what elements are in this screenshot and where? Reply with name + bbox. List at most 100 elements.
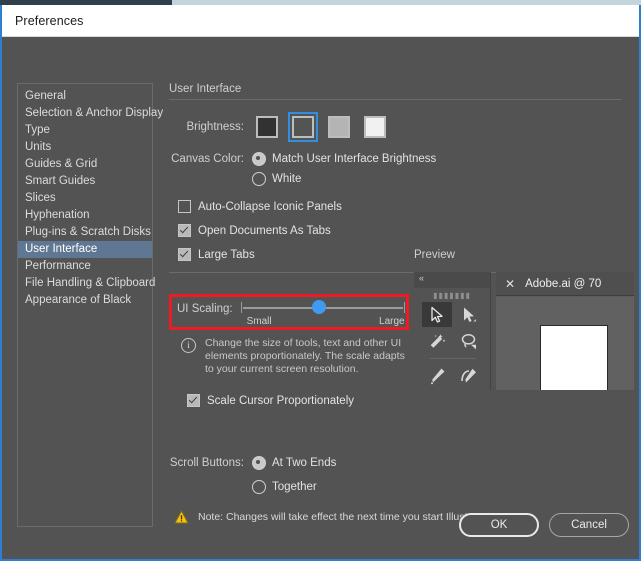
scroll-buttons-option-at-two-ends[interactable]: At Two Ends [252, 456, 336, 470]
sidebar-item-slices[interactable]: Slices [18, 190, 152, 207]
preview-title: Preview [414, 249, 455, 261]
checkbox-box-large-tabs[interactable] [178, 248, 191, 261]
title-bar: Preferences [2, 5, 639, 37]
radio-at-two-ends[interactable] [252, 456, 266, 470]
preview-document-tab: ✕ Adobe.ai @ 70 [496, 272, 634, 296]
scroll-buttons-row-2: Together [169, 480, 336, 494]
radio-together-label: Together [272, 481, 317, 493]
scroll-buttons-option-together[interactable]: Together [252, 480, 317, 494]
canvas-color-row: Canvas Color: Match User Interface Brigh… [169, 152, 629, 166]
preview-document-window: ✕ Adobe.ai @ 70 [496, 272, 634, 390]
preview-stage: « ▮▮▮▮▮▮▮ ✕ Adobe.ai @ 70 [414, 272, 634, 390]
brightness-swatches[interactable] [252, 112, 390, 142]
ok-button[interactable]: OK [459, 513, 539, 537]
brightness-swatch-light-gray[interactable] [324, 112, 354, 142]
double-chevron-left-icon: « [419, 273, 424, 283]
canvas-color-option-white[interactable]: White [252, 172, 301, 186]
checkbox-auto-collapse-iconic-panels[interactable]: Auto-Collapse Iconic Panels [178, 200, 629, 213]
preferences-category-list[interactable]: General Selection & Anchor Display Type … [17, 83, 163, 527]
checkbox-label-auto-collapse: Auto-Collapse Iconic Panels [198, 200, 342, 213]
swatch-fill-light-gray [328, 116, 350, 138]
direct-selection-tool-icon [454, 302, 484, 327]
brightness-row: Brightness: [169, 112, 629, 142]
brightness-swatch-white[interactable] [360, 112, 390, 142]
scroll-buttons-label: Scroll Buttons: [169, 457, 244, 469]
info-icon: i [181, 338, 196, 353]
user-interface-settings-pane: User Interface Brightness: Canvas Color:… [169, 83, 629, 524]
cancel-button[interactable]: Cancel [549, 513, 629, 537]
ui-scaling-tick-min [240, 302, 242, 313]
preview-toolbar-collapse: « [414, 272, 490, 288]
warning-icon [174, 510, 189, 524]
radio-match-brightness[interactable] [252, 152, 266, 166]
sidebar-item-plugins-scratch-disks[interactable]: Plug-ins & Scratch Disks [18, 224, 152, 241]
radio-white-label: White [272, 173, 302, 185]
checkbox-open-documents-as-tabs[interactable]: Open Documents As Tabs [178, 224, 629, 237]
scroll-buttons-group: Scroll Buttons: At Two Ends Together [169, 456, 336, 504]
lasso-tool-icon [454, 329, 484, 354]
canvas-color-label: Canvas Color: [171, 153, 244, 165]
section-divider [169, 99, 622, 100]
scroll-buttons-row-1: Scroll Buttons: At Two Ends [169, 456, 336, 470]
preview-section: Preview « ▮▮▮▮▮▮▮ ✕ Adobe.ai @ 70 [414, 249, 634, 390]
preferences-dialog: Preferences General Selection & Anchor D… [0, 5, 641, 561]
preview-document-tab-label: Adobe.ai @ 70 [525, 277, 602, 290]
window-title: Preferences [15, 13, 84, 28]
brightness-label: Brightness: [186, 121, 244, 133]
dialog-footer: OK Cancel [459, 513, 629, 537]
selection-tool-icon [422, 302, 452, 327]
sidebar-item-type[interactable]: Type [18, 122, 152, 139]
checkbox-box-auto-collapse[interactable] [178, 200, 191, 213]
preview-artboard [540, 325, 608, 390]
sidebar-item-user-interface[interactable]: User Interface [18, 241, 152, 258]
swatch-fill-medium-dark [292, 116, 314, 138]
checkbox-box-open-documents-as-tabs[interactable] [178, 224, 191, 237]
swatch-fill-white [364, 116, 386, 138]
ui-scaling-label: UI Scaling: [177, 303, 233, 315]
dialog-body: General Selection & Anchor Display Type … [2, 37, 639, 558]
swatch-fill-dark [256, 116, 278, 138]
radio-white[interactable] [252, 172, 266, 186]
preview-toolbar-grip-icon: ▮▮▮▮▮▮▮ [433, 291, 471, 300]
sidebar-item-performance[interactable]: Performance [18, 258, 152, 275]
radio-at-two-ends-label: At Two Ends [272, 457, 337, 469]
canvas-color-row-2: White [169, 172, 629, 186]
pen-tool-icon [422, 363, 452, 388]
close-icon: ✕ [505, 276, 516, 291]
restart-note-text: Note: Changes will take effect the next … [198, 511, 492, 523]
ui-scaling-info-note: i Change the size of tools, text and oth… [181, 337, 416, 376]
ui-scaling-slider[interactable]: Small Large [239, 300, 407, 327]
checkbox-label-large-tabs: Large Tabs [198, 248, 255, 261]
ui-scaling-tick-max [403, 302, 405, 313]
sidebar-item-appearance-of-black[interactable]: Appearance of Black [18, 292, 152, 309]
sidebar-item-selection-anchor-display[interactable]: Selection & Anchor Display [18, 105, 163, 122]
radio-match-brightness-label: Match User Interface Brightness [272, 153, 437, 165]
canvas-color-option-match[interactable]: Match User Interface Brightness [252, 152, 436, 166]
magic-wand-tool-icon [422, 329, 452, 354]
section-title: User Interface [169, 83, 242, 95]
checkbox-label-open-documents-as-tabs: Open Documents As Tabs [198, 224, 331, 237]
restart-note: Note: Changes will take effect the next … [174, 510, 491, 524]
ui-scaling-max-label: Large [379, 316, 405, 327]
ui-scaling-track[interactable] [239, 300, 407, 315]
checkbox-scale-cursor-proportionately[interactable]: Scale Cursor Proportionately [187, 394, 354, 407]
curvature-pen-tool-icon [454, 363, 484, 388]
sidebar-item-hyphenation[interactable]: Hyphenation [18, 207, 152, 224]
ui-scaling-end-labels: Small Large [239, 315, 407, 327]
preview-toolbar: « ▮▮▮▮▮▮▮ [414, 272, 491, 390]
preview-toolbar-tools [414, 300, 490, 388]
brightness-swatch-medium-dark[interactable] [288, 112, 318, 142]
sidebar-item-units[interactable]: Units [18, 139, 152, 156]
sidebar-item-general[interactable]: General [18, 88, 152, 105]
radio-together[interactable] [252, 480, 266, 494]
sidebar-item-file-handling-clipboard[interactable]: File Handling & Clipboard [18, 275, 155, 292]
checkbox-box-scale-cursor[interactable] [187, 394, 200, 407]
ui-scaling-handle[interactable] [312, 300, 327, 314]
ui-scaling-row: UI Scaling: Small Large [177, 300, 407, 327]
checkbox-label-scale-cursor: Scale Cursor Proportionately [207, 394, 355, 407]
sidebar-item-smart-guides[interactable]: Smart Guides [18, 173, 152, 190]
ui-scaling-info-text: Change the size of tools, text and other… [205, 337, 405, 375]
brightness-swatch-dark[interactable] [252, 112, 282, 142]
sidebar-item-guides-grid[interactable]: Guides & Grid [18, 156, 152, 173]
preview-canvas [496, 297, 634, 390]
